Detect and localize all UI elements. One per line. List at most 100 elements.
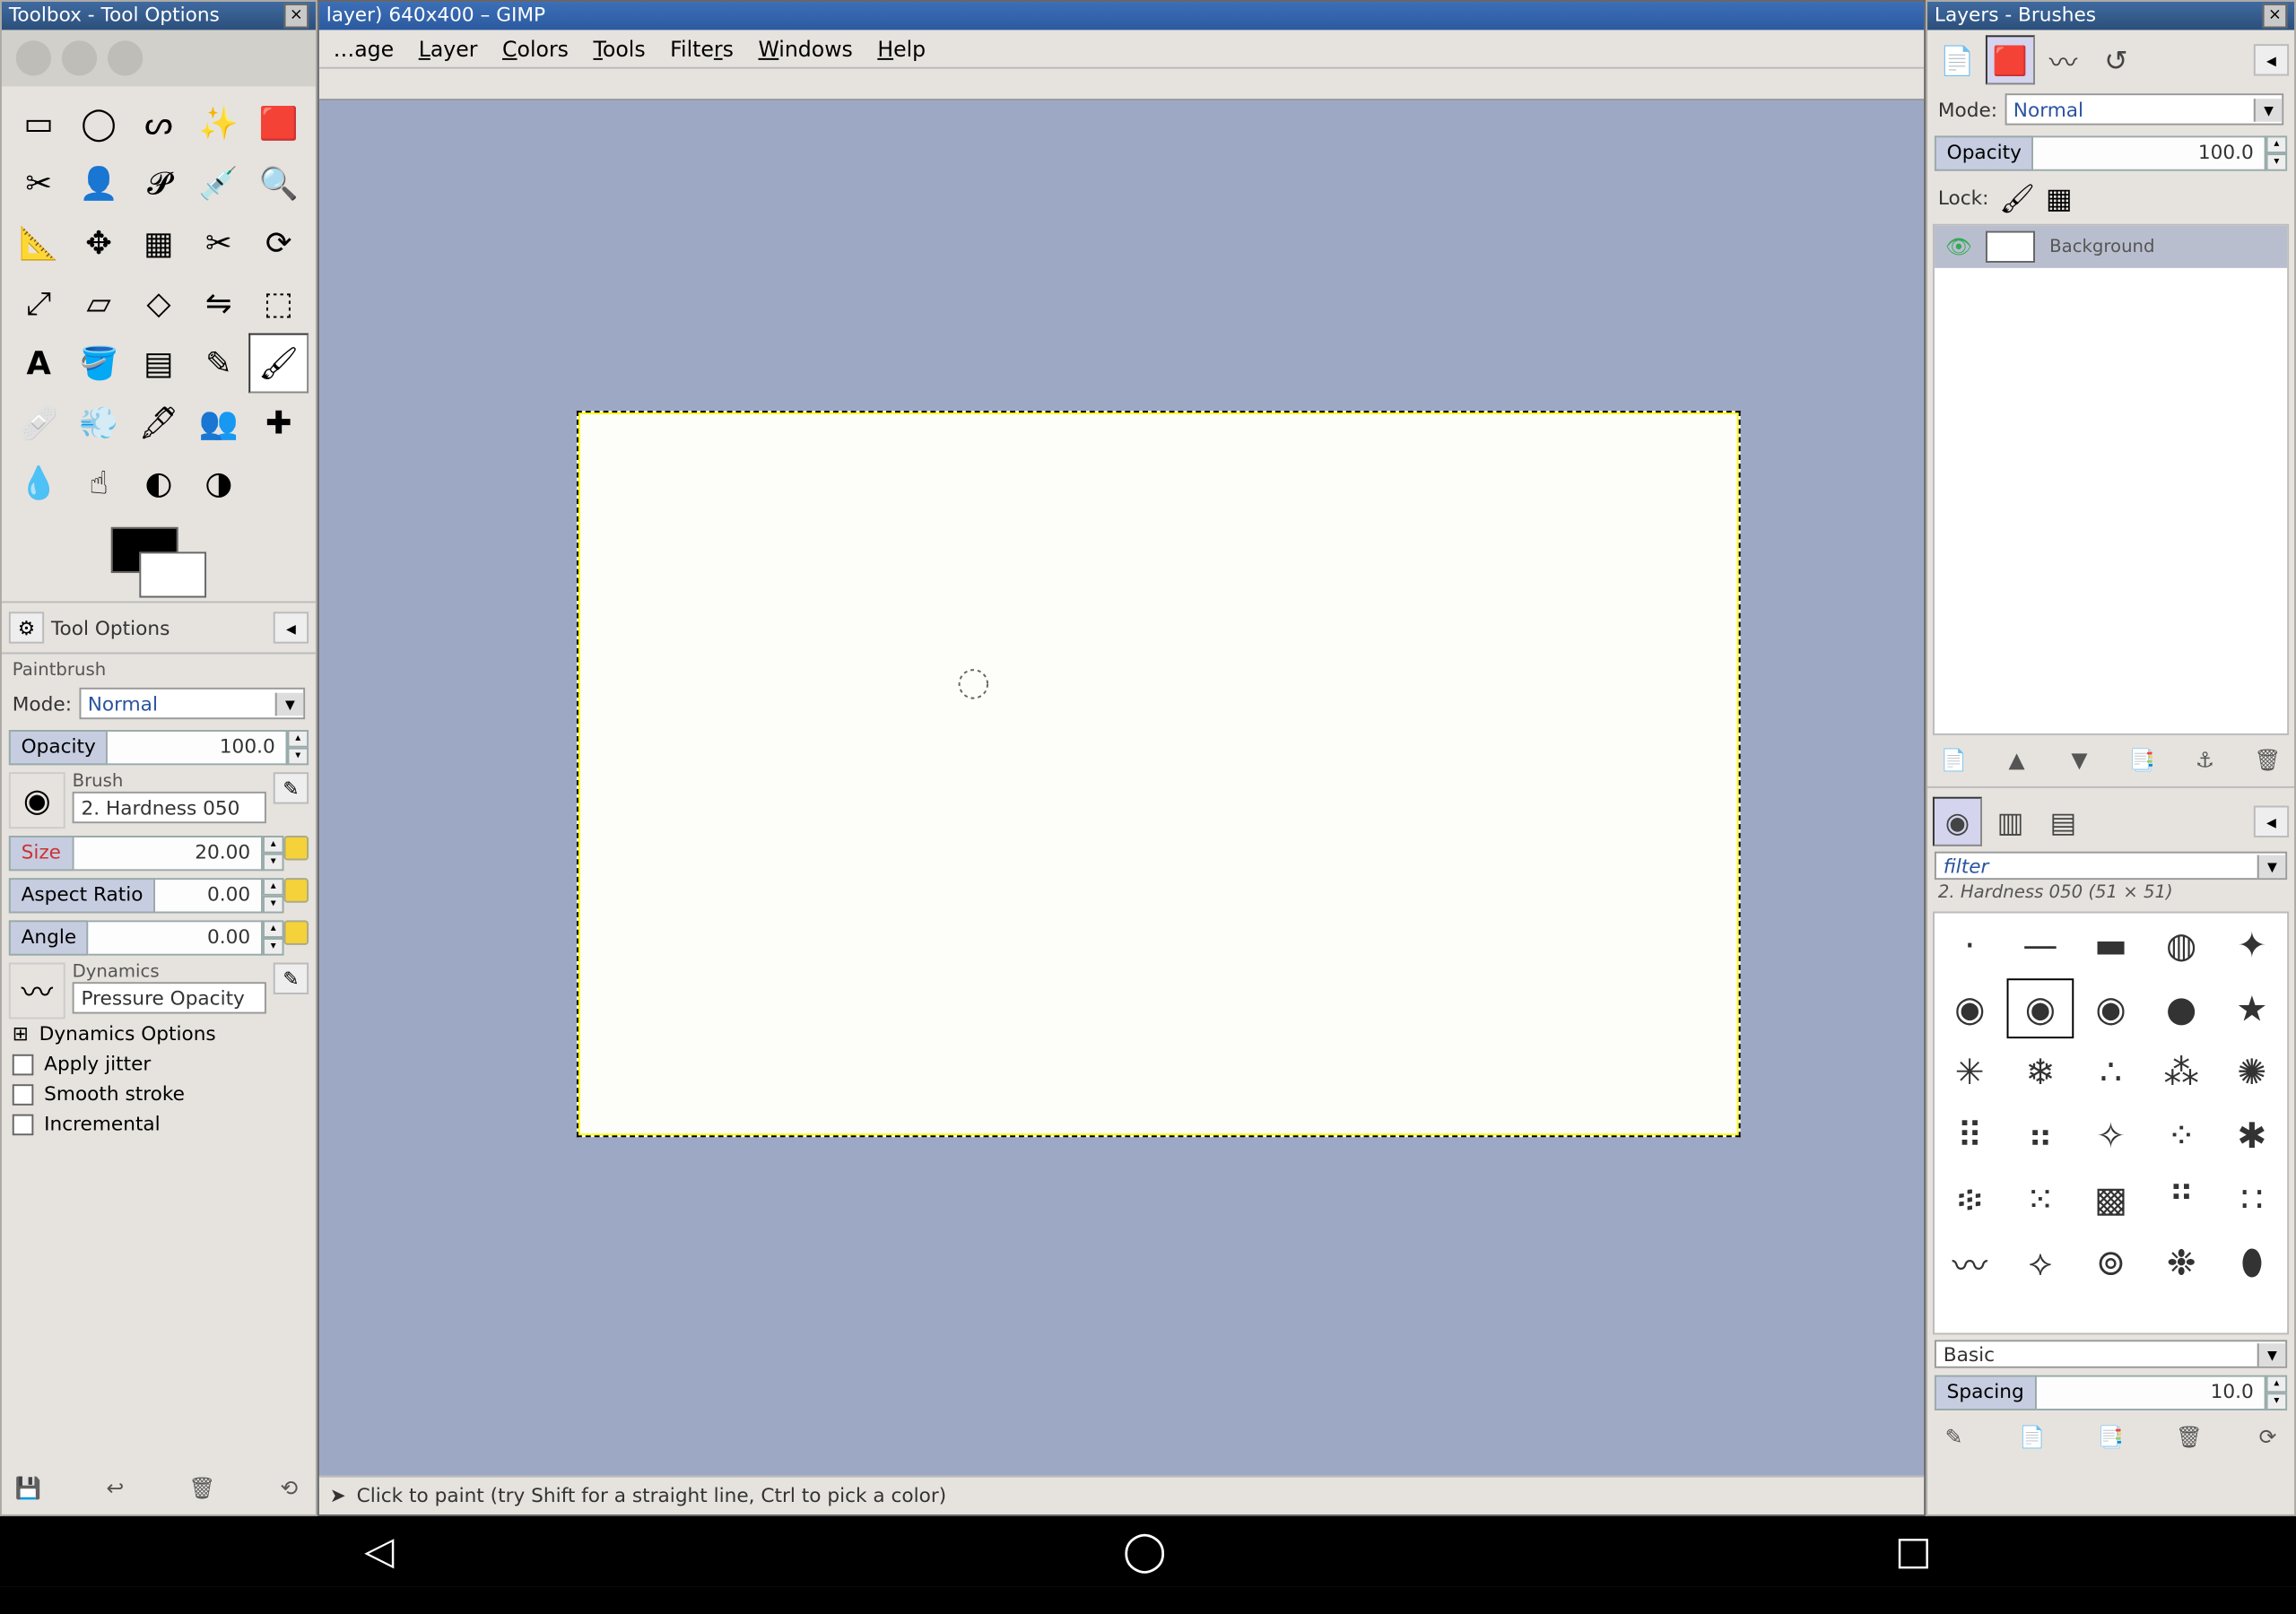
- tool-bucket-fill[interactable]: 🪣: [69, 334, 129, 394]
- brush-item[interactable]: ፨: [1935, 1167, 2005, 1231]
- panel-menu-icon[interactable]: ◂: [2254, 44, 2289, 75]
- nav-back-icon[interactable]: ◁: [364, 1530, 394, 1574]
- tool-clone[interactable]: 👥: [188, 393, 248, 453]
- tool-color-picker[interactable]: 💉: [188, 153, 248, 213]
- tool-by-color-select[interactable]: 🟥: [248, 93, 309, 153]
- tool-options-icon[interactable]: ⚙: [9, 612, 44, 643]
- visibility-eye-icon[interactable]: 👁: [1945, 235, 1972, 260]
- brush-item[interactable]: ✦: [2217, 913, 2288, 976]
- angle-reset-icon[interactable]: [284, 920, 309, 945]
- brush-item[interactable]: ⁂: [2146, 1040, 2217, 1104]
- angle-value[interactable]: 0.00: [89, 920, 263, 955]
- tool-text[interactable]: A: [9, 334, 69, 394]
- apply-jitter-check[interactable]: Apply jitter: [2, 1049, 316, 1079]
- reset-preset-icon[interactable]: ⟲: [274, 1476, 305, 1504]
- size-spinner[interactable]: ▴▾: [263, 836, 284, 871]
- tool-rotate[interactable]: ⟳: [248, 213, 309, 273]
- tool-airbrush[interactable]: 💨: [69, 393, 129, 453]
- gradients-tab-icon[interactable]: ▤: [2039, 797, 2088, 846]
- refresh-brushes-icon[interactable]: ⟳: [2252, 1425, 2283, 1453]
- raise-layer-icon[interactable]: ▲: [2001, 748, 2032, 776]
- canvas[interactable]: [577, 411, 1741, 1137]
- tool-cage[interactable]: ⬚: [248, 273, 309, 334]
- restore-preset-icon[interactable]: ↩: [100, 1476, 131, 1504]
- layer-opacity-spinner[interactable]: ▴▾: [2266, 135, 2288, 170]
- toolbox-close-icon[interactable]: ×: [284, 4, 309, 29]
- brush-item[interactable]: ▬: [2075, 913, 2146, 976]
- anchor-layer-icon[interactable]: ⚓: [2189, 748, 2221, 776]
- dynamics-name-field[interactable]: Pressure Opacity: [73, 982, 266, 1013]
- tool-blend[interactable]: ▤: [129, 334, 189, 394]
- tool-scale[interactable]: ⤢: [9, 273, 69, 334]
- brush-item-selected[interactable]: ◉: [2005, 976, 2076, 1040]
- tool-measure[interactable]: 📐: [9, 213, 69, 273]
- menu-colors[interactable]: Colors: [502, 36, 569, 61]
- tool-pencil[interactable]: ✎: [188, 334, 248, 394]
- patterns-tab-icon[interactable]: ▥: [1986, 797, 2035, 846]
- layers-titlebar[interactable]: Layers - Brushes ×: [1927, 2, 2294, 30]
- tool-fuzzy-select[interactable]: ✨: [188, 93, 248, 153]
- menu-windows[interactable]: Windows: [758, 36, 852, 61]
- brush-item[interactable]: ★: [2217, 976, 2288, 1040]
- nav-recent-icon[interactable]: □: [1895, 1530, 1932, 1574]
- tool-heal[interactable]: ✚: [248, 393, 309, 453]
- lock-alpha-icon[interactable]: ▦: [2046, 182, 2073, 215]
- layer-name[interactable]: Background: [2049, 237, 2154, 256]
- brush-item[interactable]: ✧: [2075, 1104, 2146, 1167]
- tool-foreground-select[interactable]: 👤: [69, 153, 129, 213]
- delete-brush-icon[interactable]: 🗑: [2173, 1425, 2205, 1453]
- brush-item[interactable]: ∴: [2075, 1040, 2146, 1104]
- dynamics-edit-icon[interactable]: ✎: [274, 963, 309, 994]
- channels-tab-icon[interactable]: 🟥: [1986, 35, 2035, 84]
- layers-list[interactable]: 👁 Background: [1933, 224, 2289, 735]
- undo-history-tab-icon[interactable]: ↺: [2092, 35, 2141, 84]
- size-value[interactable]: 20.00: [74, 836, 263, 871]
- bg-color[interactable]: [139, 551, 206, 597]
- paths-tab-icon[interactable]: 〰: [2039, 35, 2088, 84]
- delete-layer-icon[interactable]: 🗑: [2252, 748, 2283, 776]
- tool-shear[interactable]: ▱: [69, 273, 129, 334]
- brush-preview-icon[interactable]: ◉: [9, 772, 65, 829]
- brush-item[interactable]: ∷: [2217, 1167, 2288, 1231]
- size-reset-icon[interactable]: [284, 836, 309, 861]
- brush-name-field[interactable]: 2. Hardness 050: [73, 792, 266, 823]
- brush-preset-dropdown[interactable]: Basic ▾: [1935, 1340, 2287, 1367]
- tool-paintbrush[interactable]: 🖌: [248, 334, 309, 394]
- brush-item[interactable]: ·: [1935, 913, 2005, 976]
- lock-pixels-icon[interactable]: 🖌: [1999, 182, 2035, 215]
- brush-item[interactable]: ●: [2146, 976, 2217, 1040]
- save-preset-icon[interactable]: 💾: [13, 1476, 44, 1504]
- layers-tab-icon[interactable]: 📄: [1933, 35, 1982, 84]
- brush-item[interactable]: ◉: [2075, 976, 2146, 1040]
- tool-crop[interactable]: ✂︎: [188, 213, 248, 273]
- brush-filter-input[interactable]: filter ▾: [1935, 852, 2287, 880]
- dynamics-preview-icon[interactable]: 〰: [9, 963, 65, 1020]
- new-brush-icon[interactable]: 📄: [2016, 1425, 2048, 1453]
- tab-menu-icon[interactable]: ◂: [274, 612, 309, 643]
- spacing-spinner[interactable]: ▴▾: [2266, 1375, 2288, 1410]
- tool-scissors[interactable]: ✂: [9, 153, 69, 213]
- tool-ellipse-select[interactable]: ◯: [69, 93, 129, 153]
- tool-flip[interactable]: ⇋: [188, 273, 248, 334]
- color-swatches[interactable]: [2, 520, 316, 598]
- brush-item[interactable]: ❄: [2005, 1040, 2076, 1104]
- brush-item[interactable]: ✺: [2217, 1040, 2288, 1104]
- brushes-menu-icon[interactable]: ◂: [2254, 806, 2289, 837]
- tool-options-tab[interactable]: Tool Options: [51, 616, 170, 639]
- incremental-check[interactable]: Incremental: [2, 1109, 316, 1139]
- duplicate-layer-icon[interactable]: 📑: [2126, 748, 2158, 776]
- delete-preset-icon[interactable]: 🗑: [187, 1476, 218, 1504]
- menu-image[interactable]: …age: [334, 36, 395, 61]
- brush-item[interactable]: ⠶: [2005, 1104, 2076, 1167]
- brush-item[interactable]: ⊚: [2075, 1230, 2146, 1294]
- angle-spinner[interactable]: ▴▾: [263, 920, 284, 955]
- smooth-stroke-check[interactable]: Smooth stroke: [2, 1079, 316, 1108]
- tool-rect-select[interactable]: ▭: [9, 93, 69, 153]
- brush-item[interactable]: ⁙: [2005, 1167, 2076, 1231]
- brushes-tab-icon[interactable]: ◉: [1933, 797, 1982, 846]
- tool-dodge[interactable]: ◐: [129, 453, 189, 513]
- brush-item[interactable]: ❉: [2146, 1230, 2217, 1294]
- menu-tools[interactable]: Tools: [593, 36, 645, 61]
- tool-eraser[interactable]: 🩹: [9, 393, 69, 453]
- menu-help[interactable]: Help: [877, 36, 926, 61]
